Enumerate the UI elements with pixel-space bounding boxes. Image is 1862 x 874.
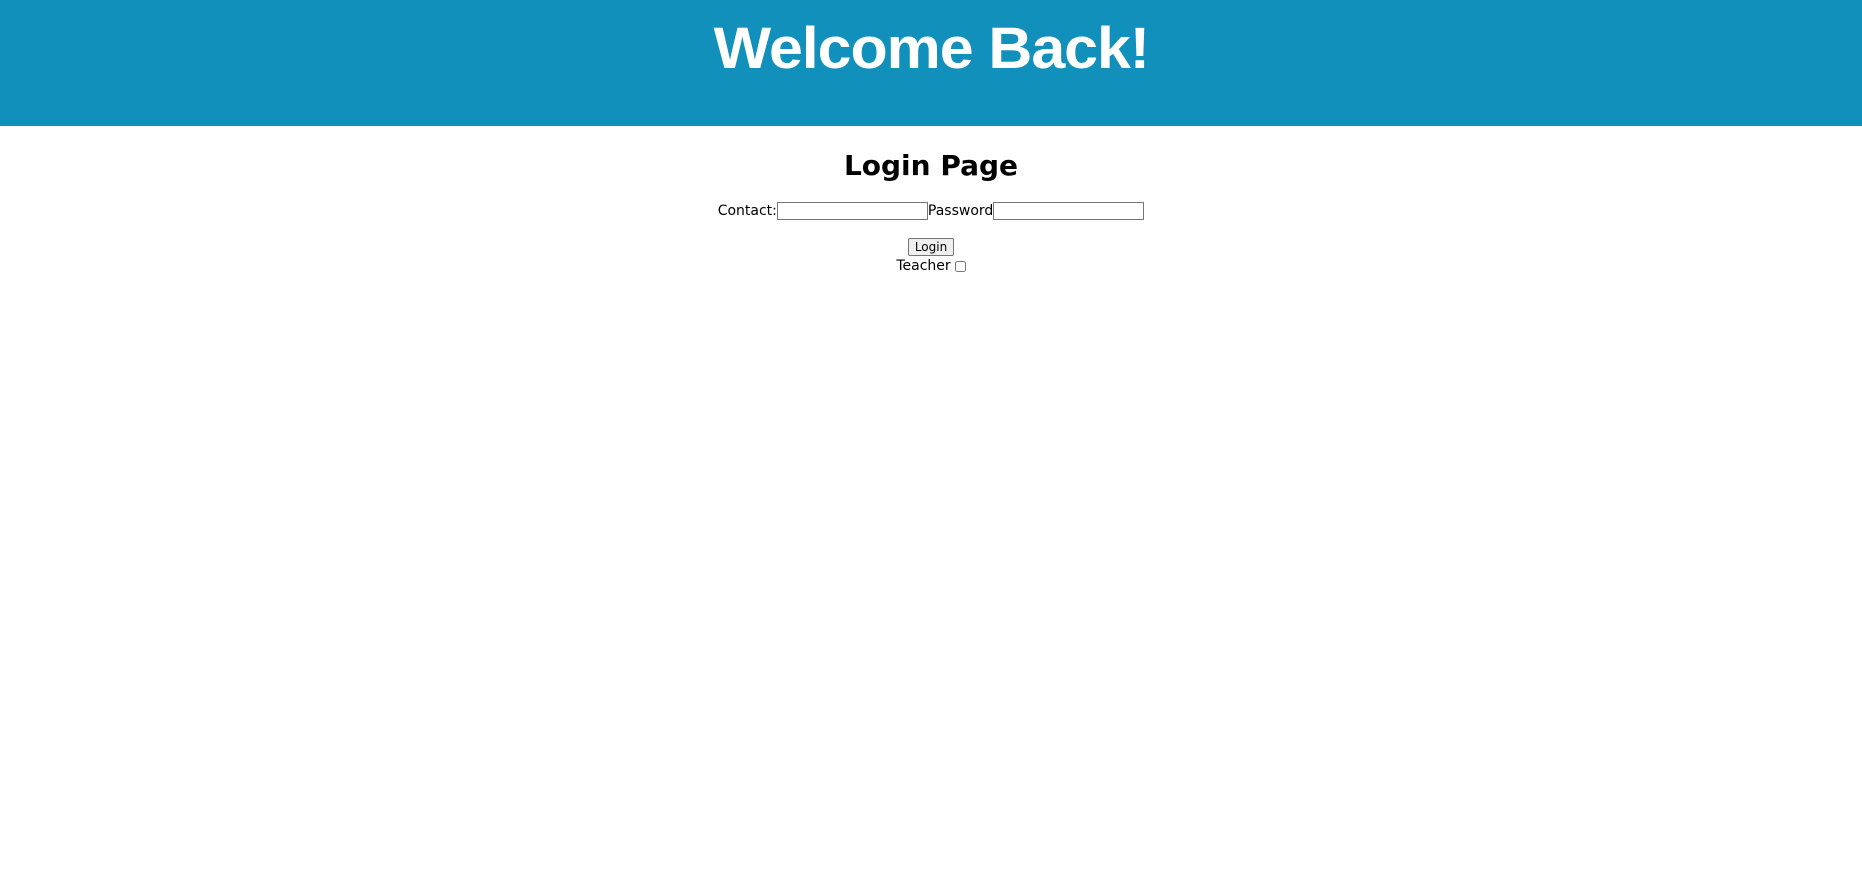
- teacher-option: Teacher: [896, 257, 966, 275]
- welcome-title: Welcome Back!: [713, 16, 1149, 81]
- password-input[interactable]: [993, 202, 1145, 220]
- login-button[interactable]: Login: [907, 238, 955, 256]
- login-button-row: Login: [907, 238, 955, 256]
- password-label: Password: [927, 203, 994, 219]
- contact-label: Contact:: [717, 203, 777, 219]
- login-form: Contact: Password: [718, 202, 1145, 220]
- teacher-label: Teacher: [896, 258, 951, 274]
- login-section: Login Page Contact: Password Login Teach…: [0, 126, 1862, 275]
- teacher-checkbox[interactable]: [954, 260, 966, 272]
- page-title: Login Page: [843, 149, 1019, 182]
- contact-input[interactable]: [776, 202, 928, 220]
- header-banner: Welcome Back!: [0, 0, 1862, 126]
